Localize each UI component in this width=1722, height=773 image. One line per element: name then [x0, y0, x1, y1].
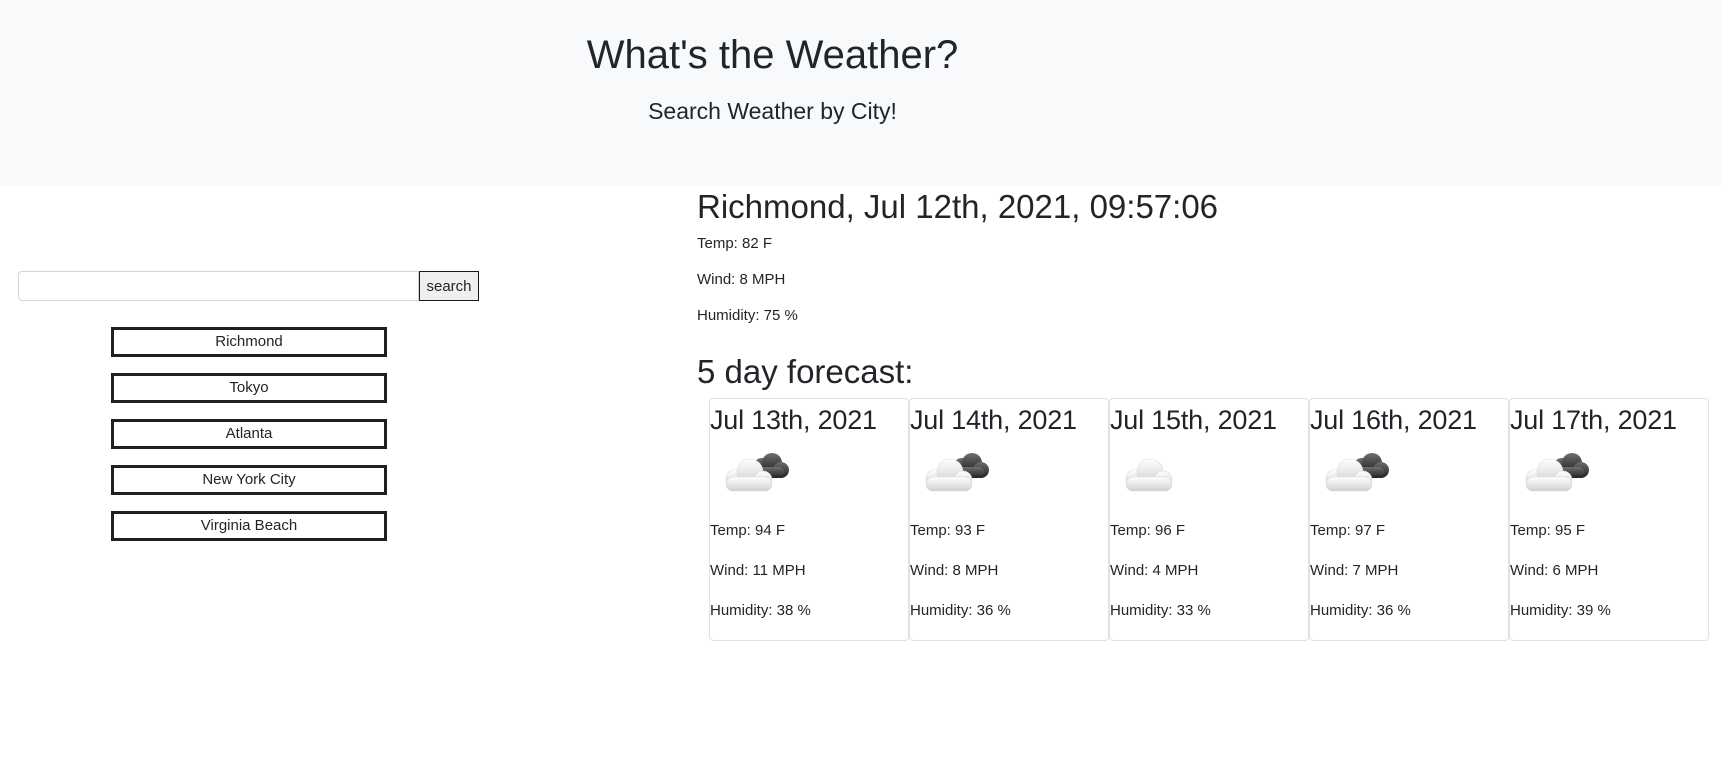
cloud-icon	[1125, 458, 1173, 492]
forecast-date: Jul 13th, 2021	[710, 405, 877, 435]
search-button[interactable]: search	[419, 271, 479, 301]
forecast-title: 5 day forecast:	[697, 353, 914, 390]
history-city-button[interactable]: Virginia Beach	[111, 511, 387, 541]
forecast-humidity: Humidity: 38 %	[710, 602, 811, 619]
forecast-humidity: Humidity: 36 %	[1310, 602, 1411, 619]
search-form: search	[18, 271, 479, 301]
forecast-cards: Jul 13th, 2021 Temp: 94 F Wind: 11 MPH H…	[709, 398, 1709, 641]
forecast-card: Jul 14th, 2021 Temp: 93 F Wind: 8 MPH Hu…	[909, 398, 1109, 641]
forecast-date: Jul 16th, 2021	[1310, 405, 1477, 435]
history-city-button[interactable]: Tokyo	[111, 373, 387, 403]
forecast-wind: Wind: 7 MPH	[1310, 562, 1399, 579]
current-weather-heading: Richmond, Jul 12th, 2021, 09:57:06	[697, 188, 1219, 225]
current-weather: Richmond, Jul 12th, 2021, 09:57:06 Temp:…	[697, 187, 1218, 326]
forecast-humidity: Humidity: 33 %	[1110, 602, 1211, 619]
forecast-temp: Temp: 97 F	[1310, 522, 1386, 539]
partly-cloudy-icon	[925, 453, 989, 492]
page-title: What's the Weather?	[586, 33, 959, 77]
history-city-button[interactable]: Richmond	[111, 327, 387, 357]
history-city-button[interactable]: Atlanta	[111, 419, 387, 449]
forecast-card: Jul 16th, 2021 Temp: 97 F Wind: 7 MPH Hu…	[1309, 398, 1509, 641]
forecast-card: Jul 15th, 2021 Temp: 96 F Wind: 4 MPH Hu…	[1109, 398, 1309, 641]
current-humidity: Humidity: 75 %	[697, 307, 798, 324]
forecast-date: Jul 14th, 2021	[910, 405, 1077, 435]
forecast-wind: Wind: 8 MPH	[910, 562, 999, 579]
forecast-wind: Wind: 4 MPH	[1110, 562, 1199, 579]
forecast-humidity: Humidity: 39 %	[1510, 602, 1611, 619]
forecast-wind: Wind: 6 MPH	[1510, 562, 1599, 579]
page-subtitle: Search Weather by City!	[648, 98, 897, 124]
forecast-card: Jul 13th, 2021 Temp: 94 F Wind: 11 MPH H…	[709, 398, 909, 641]
page-header: What's the Weather? Search Weather by Ci…	[0, 0, 1722, 186]
forecast-temp: Temp: 94 F	[710, 522, 786, 539]
forecast-card: Jul 17th, 2021 Temp: 95 F Wind: 6 MPH Hu…	[1509, 398, 1709, 641]
forecast-temp: Temp: 95 F	[1510, 522, 1586, 539]
partly-cloudy-icon	[725, 453, 789, 492]
forecast-temp: Temp: 93 F	[910, 522, 986, 539]
forecast-wind: Wind: 11 MPH	[710, 562, 806, 579]
current-temp: Temp: 82 F	[697, 235, 773, 252]
history-city-button[interactable]: New York City	[111, 465, 387, 495]
search-history: Richmond Tokyo Atlanta New York City Vir…	[111, 327, 387, 557]
forecast-humidity: Humidity: 36 %	[910, 602, 1011, 619]
partly-cloudy-icon	[1525, 453, 1589, 492]
city-search-input[interactable]	[18, 271, 419, 301]
forecast-temp: Temp: 96 F	[1110, 522, 1186, 539]
forecast-date: Jul 15th, 2021	[1110, 405, 1277, 435]
forecast-date: Jul 17th, 2021	[1510, 405, 1677, 435]
current-wind: Wind: 8 MPH	[697, 271, 786, 288]
partly-cloudy-icon	[1325, 453, 1389, 492]
